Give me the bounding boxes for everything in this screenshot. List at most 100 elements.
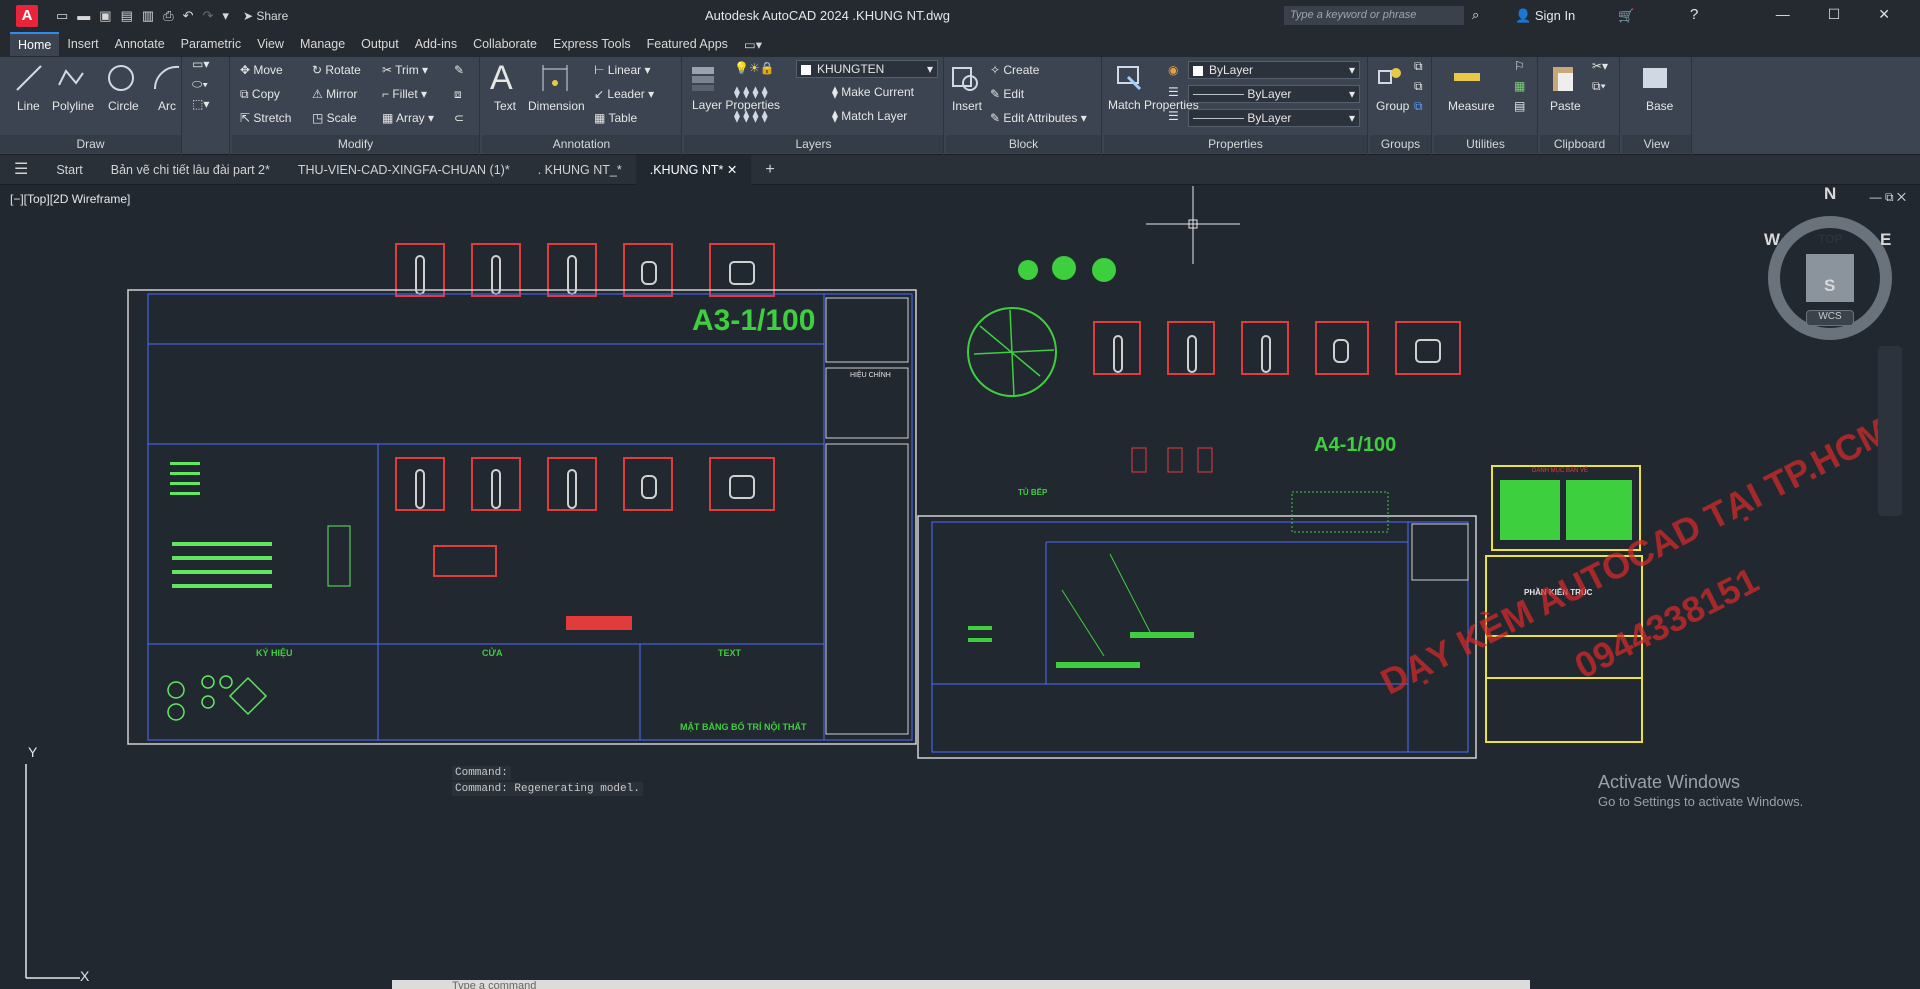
tab-insert[interactable]: Insert [59, 33, 106, 55]
tab-parametric[interactable]: Parametric [173, 33, 249, 55]
tab-doc-2[interactable]: THU-VIEN-CAD-XINGFA-CHUAN (1)* [284, 155, 524, 185]
region-icon[interactable]: ⬚▾ [192, 97, 209, 111]
minimize-icon[interactable]: — [1776, 6, 1790, 23]
ribbon-options-icon[interactable]: ▭▾ [736, 33, 770, 56]
circle-icon[interactable] [106, 63, 136, 93]
circle-button[interactable]: Circle [108, 99, 139, 113]
annotation-panel-title[interactable]: Annotation [482, 135, 681, 153]
publish-icon[interactable]: ▥ [142, 8, 154, 24]
insert-button[interactable]: Insert [952, 99, 982, 113]
polyline-button[interactable]: Polyline [52, 99, 94, 113]
match-properties-button[interactable]: Match Properties [1108, 99, 1199, 112]
edit-attributes-button[interactable]: ✎ Edit Attributes ▾ [990, 111, 1087, 125]
tab-home[interactable]: Home [10, 32, 60, 56]
search-input[interactable]: Type a keyword or phrase [1284, 6, 1464, 25]
layer-state-icons[interactable]: 💡☀🔒 [734, 61, 775, 75]
tab-express-tools[interactable]: Express Tools [545, 33, 639, 55]
line-button[interactable]: Line [17, 99, 40, 113]
menu-icon[interactable]: ☰ [0, 155, 42, 185]
group-edit-icon[interactable]: ⧉ [1414, 79, 1423, 94]
tab-start[interactable]: Start [42, 155, 96, 185]
new-icon[interactable]: ▭ [56, 8, 68, 24]
compass-east[interactable]: E [1880, 230, 1891, 250]
insert-block-icon[interactable] [950, 63, 980, 93]
measure-button[interactable]: Measure [1448, 99, 1495, 113]
calculator-icon[interactable]: ▤ [1514, 99, 1525, 113]
leader-button[interactable]: ↙ Leader ▾ [594, 87, 654, 101]
dimension-button[interactable]: Dimension [528, 99, 585, 113]
drawing-viewport[interactable]: [−][Top][2D Wireframe] — ⧉ ✕ A3-1/100 A4… [0, 186, 1920, 989]
redo-icon[interactable]: ↷ [203, 8, 214, 24]
compass-west[interactable]: W [1764, 230, 1780, 250]
erase-icon[interactable]: ✎ [454, 63, 464, 77]
clipboard-panel-title[interactable]: Clipboard [1540, 135, 1619, 153]
customize-qat-icon[interactable]: ▾ [222, 8, 229, 24]
rectangle-icon[interactable]: ▭▾ [192, 57, 209, 71]
tab-add-ins[interactable]: Add-ins [407, 33, 465, 55]
cart-icon[interactable]: 🛒 [1618, 8, 1634, 24]
color-dropdown[interactable]: ByLayer ▾ [1188, 61, 1360, 79]
open-icon[interactable]: ▬ [77, 8, 90, 23]
tab-featured-apps[interactable]: Featured Apps [639, 33, 736, 55]
offset-icon[interactable]: ⊂ [454, 111, 464, 125]
copy-button[interactable]: ⧉ Copy [240, 87, 280, 102]
text-button[interactable]: Text [494, 99, 516, 113]
tab-output[interactable]: Output [353, 33, 407, 55]
match-layer-button[interactable]: ⧫ Match Layer [832, 109, 907, 123]
utilities-panel-title[interactable]: Utilities [1434, 135, 1537, 153]
paste-icon[interactable] [1548, 63, 1578, 93]
base-button[interactable]: Base [1646, 99, 1673, 113]
draw-panel-title[interactable]: Draw [0, 135, 181, 153]
base-view-icon[interactable] [1640, 63, 1670, 93]
explode-icon[interactable]: ⧈ [454, 87, 462, 102]
select-all-icon[interactable]: ▦ [1514, 79, 1525, 93]
viewcube-top[interactable]: TOP [1818, 232, 1842, 246]
tab-view[interactable]: View [249, 33, 292, 55]
tab-annotate[interactable]: Annotate [107, 33, 173, 55]
mirror-button[interactable]: ⚠ Mirror [312, 87, 357, 101]
scale-button[interactable]: ◳ Scale [312, 111, 357, 125]
groups-panel-title[interactable]: Groups [1370, 135, 1431, 153]
layers-panel-title[interactable]: Layers [684, 135, 943, 153]
properties-panel-title[interactable]: Properties [1104, 135, 1367, 153]
arc-icon[interactable] [152, 63, 182, 93]
command-input[interactable]: Type a command [392, 980, 1530, 989]
edit-block-button[interactable]: ✎ Edit [990, 87, 1024, 101]
quick-select-icon[interactable]: ⚐ [1514, 59, 1525, 73]
navigation-bar[interactable] [1878, 346, 1902, 516]
linear-button[interactable]: ⊢ Linear ▾ [594, 63, 651, 77]
sign-in-button[interactable]: 👤 Sign In [1515, 8, 1575, 24]
create-block-button[interactable]: ✧ Create [990, 63, 1039, 77]
compass-north[interactable]: N [1824, 186, 1836, 204]
ungroup-icon[interactable]: ⧉ [1414, 59, 1423, 74]
view-panel-title[interactable]: View [1622, 135, 1691, 153]
tab-doc-1[interactable]: Bản vẽ chi tiết lâu đài part 2* [97, 155, 284, 185]
hatch-icon[interactable]: ⬭▾ [192, 77, 208, 92]
dimension-icon[interactable] [540, 63, 570, 93]
linetype-icon[interactable]: ☰ [1168, 85, 1179, 99]
copy-clip-icon[interactable]: ⧉▾ [1592, 79, 1606, 94]
layer-tools-row2[interactable]: ⧫ ⧫ ⧫ ⧫ [734, 109, 768, 123]
color-wheel-icon[interactable]: ◉ [1168, 63, 1178, 77]
search-icon[interactable]: ⌕ [1472, 7, 1479, 23]
wcs-menu[interactable]: WCS [1806, 310, 1854, 326]
text-icon[interactable]: A [490, 59, 513, 98]
group-select-icon[interactable]: ⧉ [1414, 99, 1423, 114]
rotate-button[interactable]: ↻ Rotate [312, 63, 361, 77]
new-tab-icon[interactable]: + [751, 155, 788, 185]
linetype-dropdown[interactable]: ────── ByLayer ▾ [1188, 85, 1360, 103]
print-icon[interactable]: ⎙ [163, 8, 173, 24]
help-icon[interactable]: ? [1690, 6, 1698, 23]
move-button[interactable]: ✥ Move [240, 63, 283, 77]
group-icon[interactable] [1376, 63, 1406, 93]
tab-doc-active[interactable]: .KHUNG NT* ✕ [635, 154, 752, 185]
polyline-icon[interactable] [56, 63, 86, 93]
measure-icon[interactable] [1452, 63, 1482, 93]
match-properties-icon[interactable] [1114, 63, 1144, 93]
layer-dropdown[interactable]: KHUNGTEN ▾ [796, 60, 938, 78]
fillet-button[interactable]: ⌐ Fillet ▾ [382, 87, 427, 101]
lineweight-dropdown[interactable]: ────── ByLayer ▾ [1188, 109, 1360, 127]
block-panel-title[interactable]: Block [946, 135, 1101, 153]
make-current-button[interactable]: ⧫ Make Current [832, 85, 914, 99]
tab-collaborate[interactable]: Collaborate [465, 33, 545, 55]
